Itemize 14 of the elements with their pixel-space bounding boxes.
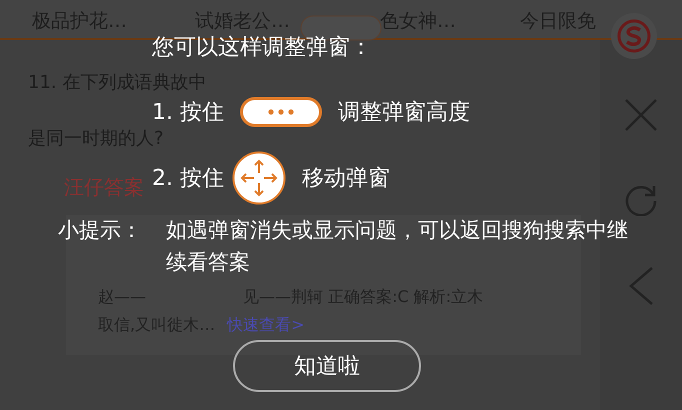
got-it-button[interactable]: 知道啦 — [233, 340, 421, 392]
answer-heading: 汪仔答案 — [64, 174, 144, 201]
step-text: 移动弹窗 — [302, 165, 390, 193]
step-label: 1. 按住 — [152, 99, 224, 127]
guide-title: 您可以这样调整弹窗： — [152, 34, 372, 62]
step-text: 调整弹窗高度 — [338, 99, 470, 127]
close-icon[interactable] — [624, 98, 658, 132]
quick-view-link[interactable]: 快速查看> — [227, 314, 304, 336]
move-icon — [232, 151, 286, 205]
step-label: 2. 按住 — [152, 165, 224, 193]
tip-text: 如遇弹窗消失或显示问题，可以返回搜狗搜索中继续看答案 — [166, 217, 629, 276]
tip-label: 小提示： — [58, 217, 142, 244]
drag-handle-icon — [240, 97, 322, 127]
back-icon[interactable] — [628, 266, 654, 306]
